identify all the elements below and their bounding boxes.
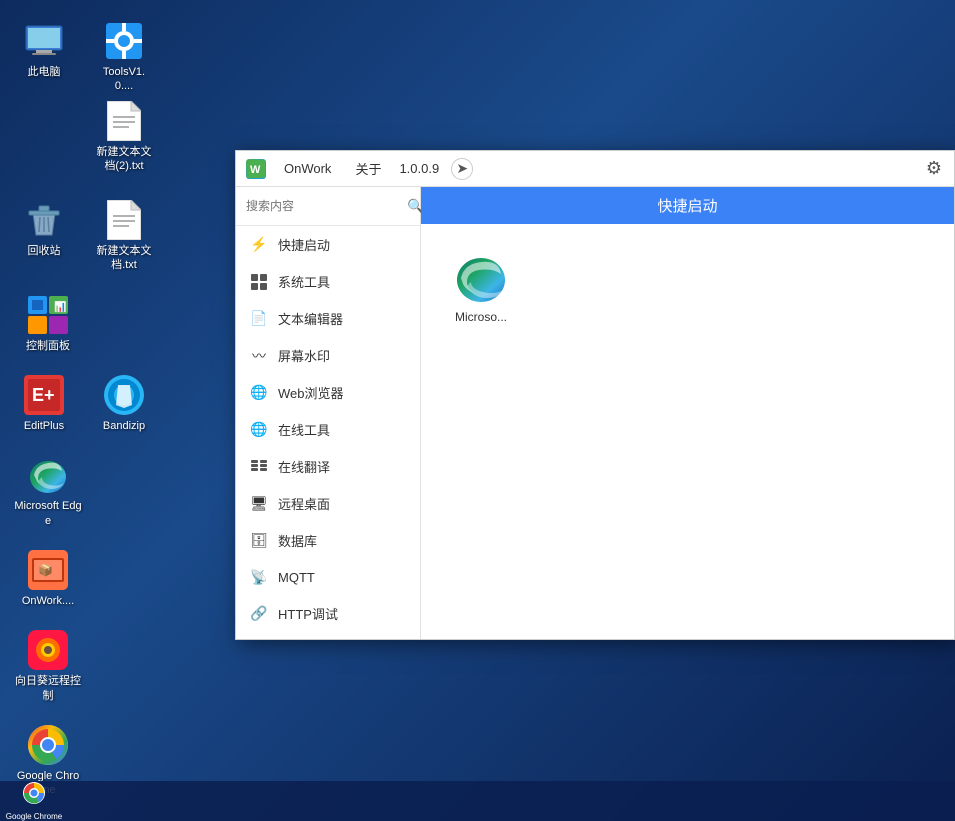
recycle-icon [24, 200, 64, 240]
web-browser-icon: 🌐 [250, 384, 268, 402]
bandizip-icon-label: Bandizip [103, 419, 145, 433]
text-editor-icon: 📄 [250, 310, 268, 328]
taskbar-icon-chrome[interactable]: Google Chrome [4, 783, 64, 819]
menu-label-remote-desktop: 远程桌面 [278, 494, 330, 513]
ms-edge-shortcut-label: Microso... [455, 310, 507, 324]
menu-item-watermark[interactable]: 〰 屏幕水印 [236, 337, 420, 374]
desktop-icon-control-panel[interactable]: 📊 控制面板 [8, 289, 88, 359]
shortcut-ms-edge[interactable]: Microso... [441, 244, 521, 332]
menu-label-database: 数据库 [278, 531, 317, 550]
app-logo: W [246, 159, 266, 179]
sidebar: 🔍 ‹ ⚡ 快捷启动 系统工具 📄 [236, 187, 421, 639]
menu-label-mqtt: MQTT [278, 570, 315, 585]
main-header: 快捷启动 [421, 187, 954, 224]
new-txt2-icon-label: 新建文本文档(2).txt [94, 145, 154, 174]
tools-icon [104, 21, 144, 61]
menu-item-database[interactable]: 🗄 数据库 [236, 522, 420, 559]
menu-label-system-tools: 系统工具 [278, 272, 330, 291]
menu-label-watermark: 屏幕水印 [278, 346, 330, 365]
online-tools-icon: 🌐 [250, 421, 268, 439]
svg-text:📦: 📦 [38, 563, 53, 577]
new-txt2-icon [104, 101, 144, 141]
editplus-icon-label: EditPlus [24, 419, 64, 433]
menu-item-remote-desktop[interactable]: 🖥 远程桌面 [236, 485, 420, 522]
search-box: 🔍 ‹ [236, 187, 420, 226]
menu-label-online-tools: 在线工具 [278, 420, 330, 439]
menu-label-translate: 在线翻译 [278, 457, 330, 476]
computer-icon [24, 21, 64, 61]
new-txt-icon [104, 200, 144, 240]
main-body: Microso... [421, 224, 954, 639]
menu-item-mqtt[interactable]: 📡 MQTT [236, 559, 420, 595]
menu-item-online-tools[interactable]: 🌐 在线工具 [236, 411, 420, 448]
menu-item-http-debug[interactable]: 🔗 HTTP调试 [236, 595, 420, 632]
toolsv1-icon-label: ToolsV1.0.... [94, 65, 154, 94]
taskbar: Google Chrome [0, 781, 955, 821]
sunflower-icon-label: 向日葵远程控制 [14, 674, 82, 703]
desktop: 此电脑 ToolsV1.0.... [0, 0, 955, 821]
desktop-icon-area: 此电脑 ToolsV1.0.... [0, 0, 160, 821]
about-menu[interactable]: 关于 [349, 157, 387, 180]
ms-edge-desktop-icon [28, 455, 68, 495]
menu-item-translate[interactable]: 在线翻译 [236, 448, 420, 485]
watermark-icon: 〰 [250, 347, 268, 365]
sunflower-icon [28, 630, 68, 670]
desktop-icon-toolsv1[interactable]: ToolsV1.0.... [88, 15, 160, 100]
menu-item-text-editor[interactable]: 📄 文本编辑器 [236, 300, 420, 337]
bandizip-icon [104, 375, 144, 415]
onwork-icon-label: OnWork.... [22, 594, 74, 608]
app-window: W OnWork 关于 1.0.0.9 ➤ ⚙ 🔍 ‹ ⚡ [235, 150, 955, 640]
svg-text:E+: E+ [32, 385, 55, 405]
desktop-icon-ms-edge[interactable]: Microsoft Edge [8, 449, 88, 534]
database-icon: 🗄 [250, 532, 268, 550]
quick-launch-icon: ⚡ [250, 236, 268, 254]
menu-label-http-debug: HTTP调试 [278, 604, 338, 623]
new-txt-icon-label: 新建文本文档.txt [94, 244, 154, 273]
desktop-icon-this-computer[interactable]: 此电脑 [8, 15, 80, 100]
computer-icon-label: 此电脑 [28, 65, 61, 79]
title-bar: W OnWork 关于 1.0.0.9 ➤ ⚙ [236, 151, 954, 187]
mqtt-icon: 📡 [250, 568, 268, 586]
recycle-icon-label: 回收站 [28, 244, 61, 258]
control-panel-icon: 📊 [28, 295, 68, 335]
desktop-icon-recycle[interactable]: 回收站 [8, 194, 80, 279]
translate-icon [250, 458, 268, 476]
sidebar-menu: ⚡ 快捷启动 系统工具 📄 文本编辑器 〰 [236, 226, 420, 639]
taskbar-chrome-icon [22, 781, 46, 811]
settings-icon[interactable]: ⚙ [924, 156, 944, 181]
remote-desktop-icon: 🖥 [250, 495, 268, 513]
menu-item-web-browser[interactable]: 🌐 Web浏览器 [236, 374, 420, 411]
system-tools-icon [250, 273, 268, 291]
search-input[interactable] [246, 199, 401, 213]
svg-text:W: W [250, 164, 261, 176]
app-body: 🔍 ‹ ⚡ 快捷启动 系统工具 📄 [236, 187, 954, 639]
menu-item-quick-launch[interactable]: ⚡ 快捷启动 [236, 226, 420, 263]
desktop-icon-editplus[interactable]: E+ EditPlus [8, 369, 80, 439]
main-content: 快捷启动 [421, 187, 954, 639]
menu-label-text-editor: 文本编辑器 [278, 309, 343, 328]
desktop-icon-sunflower[interactable]: 向日葵远程控制 [8, 624, 88, 709]
menu-item-system-tools[interactable]: 系统工具 [236, 263, 420, 300]
ms-edge-desktop-label: Microsoft Edge [14, 499, 82, 528]
svg-text:📊: 📊 [54, 300, 66, 313]
chrome-desktop-icon [28, 725, 68, 765]
menu-label-quick-launch: 快捷启动 [278, 235, 330, 254]
taskbar-chrome-label: Google Chrome [6, 812, 62, 821]
menu-item-web3d[interactable]: 🌐 Web三维发布 [236, 632, 420, 639]
app-name: OnWork [278, 159, 337, 178]
http-debug-icon: 🔗 [250, 605, 268, 623]
desktop-icon-bandizip[interactable]: Bandizip [88, 369, 160, 439]
menu-label-web-browser: Web浏览器 [278, 383, 344, 402]
desktop-icon-onwork[interactable]: 📦 OnWork.... [8, 544, 88, 614]
control-panel-icon-label: 控制面板 [26, 339, 70, 353]
navigation-arrow[interactable]: ➤ [451, 158, 473, 180]
desktop-icon-new-txt-2[interactable]: 新建文本文档(2).txt [88, 95, 160, 180]
desktop-icon-new-txt[interactable]: 新建文本文档.txt [88, 194, 160, 279]
ms-edge-shortcut-icon [455, 252, 507, 304]
editplus-icon: E+ [24, 375, 64, 415]
onwork-icon: 📦 [28, 550, 68, 590]
app-version: 1.0.0.9 [399, 161, 439, 176]
